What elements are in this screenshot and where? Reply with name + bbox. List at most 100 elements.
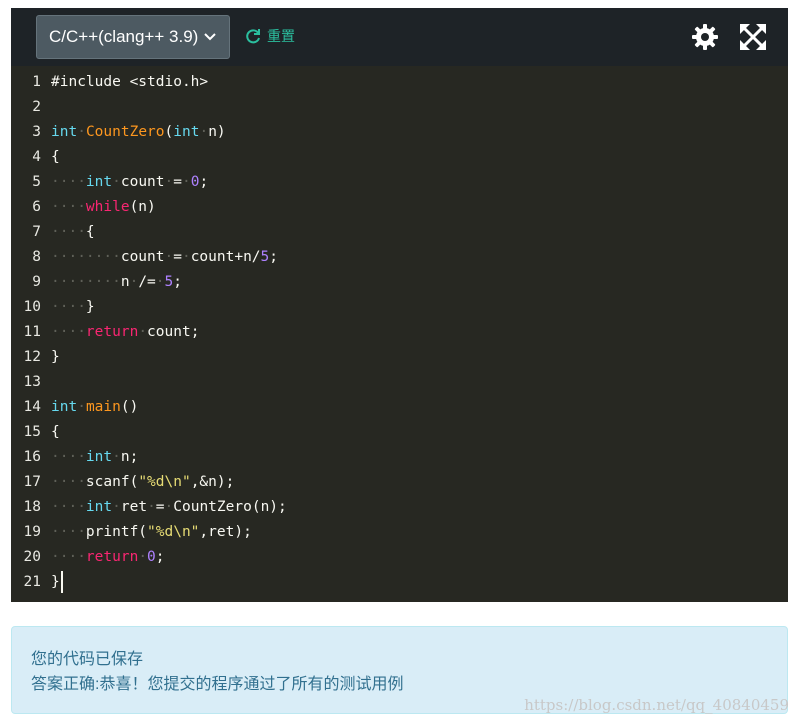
code-token: "%d\n" [138, 474, 191, 490]
code-line[interactable]: 1 #include <stdio.h> [11, 70, 788, 95]
code-token: = [155, 499, 165, 515]
code-line[interactable]: 13 [11, 370, 788, 395]
line-content: ····printf("%d\n",ret); [51, 520, 252, 545]
line-number: 5 [32, 174, 41, 190]
code-token: main [85, 399, 121, 415]
code-token: · [181, 174, 191, 190]
code-token: int [85, 449, 113, 465]
line-content: #include <stdio.h> [51, 70, 208, 95]
line-number: 19 [23, 524, 41, 540]
code-token: · [138, 549, 148, 565]
code-token: return [85, 549, 139, 565]
code-line[interactable]: 17 ····scanf("%d\n",&n); [11, 470, 788, 495]
code-line[interactable]: 5 ····int·count·=·0; [11, 170, 788, 195]
code-token: · [164, 249, 174, 265]
line-number: 13 [23, 374, 41, 390]
code-token: · [77, 124, 86, 140]
code-line[interactable]: 3 int·CountZero(int·n) [11, 120, 788, 145]
language-select-value: C/C++(clang++ 3.9) [49, 27, 199, 46]
refresh-icon [246, 29, 260, 44]
code-line[interactable]: 4{ [11, 145, 788, 170]
code-token: ,&n); [190, 474, 235, 490]
code-token: /= [138, 274, 156, 290]
code-line[interactable]: 9 ········n·/=·5; [11, 270, 788, 295]
code-token: () [120, 399, 139, 415]
code-token: return [85, 324, 139, 340]
code-line[interactable]: 7 ····{ [11, 220, 788, 245]
code-line[interactable]: 21} [11, 570, 788, 595]
line-number: 18 [23, 499, 41, 515]
code-token: ···· [51, 499, 86, 515]
code-token: "%d\n" [147, 524, 200, 540]
code-token: CountZero [85, 124, 165, 140]
code-token: 5 [260, 249, 270, 265]
line-number: 21 [23, 574, 41, 590]
code-token: · [181, 249, 191, 265]
code-line[interactable]: 14 int·main() [11, 395, 788, 420]
line-number: 1 [32, 74, 41, 90]
line-number: 3 [32, 124, 41, 140]
code-line[interactable]: 18 ····int·ret·=·CountZero(n); [11, 495, 788, 520]
code-line[interactable]: 16 ····int·n; [11, 445, 788, 470]
code-token: ···· [51, 199, 86, 215]
code-token: · [112, 174, 121, 190]
code-token: CountZero(n); [173, 499, 287, 515]
code-token: · [155, 274, 165, 290]
code-token: ; [155, 549, 165, 565]
code-line[interactable]: 6 ····while(n) [11, 195, 788, 220]
code-token: · [164, 499, 174, 515]
code-token: int [173, 124, 200, 140]
line-number: 8 [32, 249, 41, 265]
line-content: ····{ [51, 220, 95, 245]
watermark: https://blog.csdn.net/qq_40840459 [524, 696, 789, 714]
line-content: int·CountZero(int·n) [51, 120, 226, 145]
code-area[interactable]: 1 #include <stdio.h> 2 3 int·CountZero(int·n… [11, 70, 788, 595]
reset-button[interactable]: 重置 [244, 23, 295, 49]
code-token: } [51, 574, 60, 590]
code-token: 5 [164, 274, 174, 290]
code-token: int [51, 399, 78, 415]
code-token: = [173, 249, 182, 265]
code-token: n) [208, 124, 226, 140]
code-token: ; [199, 174, 209, 190]
code-token: · [147, 499, 156, 515]
code-token: } [51, 349, 60, 365]
code-token: count [120, 249, 165, 265]
line-content: ····scanf("%d\n",&n); [51, 470, 234, 495]
code-token: int [85, 499, 113, 515]
code-token: · [112, 499, 121, 515]
line-content: ····while(n) [51, 195, 156, 220]
code-token: ···· [51, 224, 86, 240]
editor-toolbar: C/C++(clang++ 3.9) 重置 [11, 8, 788, 66]
code-token: count; [147, 324, 200, 340]
line-content: } [51, 570, 63, 595]
code-token: ,ret); [199, 524, 252, 540]
code-line[interactable]: 20 ····return·0; [11, 545, 788, 570]
line-number: 4 [32, 149, 41, 165]
line-number: 15 [23, 424, 41, 440]
code-token: n; [120, 449, 139, 465]
code-line[interactable]: 10 ····} [11, 295, 788, 320]
code-line[interactable]: 12} [11, 345, 788, 370]
code-token: ···· [51, 449, 86, 465]
chevron-down-icon [204, 33, 216, 41]
line-number: 9 [32, 274, 41, 290]
code-line[interactable]: 19 ····printf("%d\n",ret); [11, 520, 788, 545]
line-content: int·main() [51, 395, 138, 420]
code-token: ( [164, 124, 174, 140]
code-line[interactable]: 15 { [11, 420, 788, 445]
code-token: ···· [51, 524, 86, 540]
gear-icon[interactable] [691, 23, 719, 51]
code-line[interactable]: 11 ····return·count; [11, 320, 788, 345]
code-token: ···· [51, 174, 86, 190]
language-select[interactable]: C/C++(clang++ 3.9) [36, 15, 230, 59]
line-content: ····return·0; [51, 545, 165, 570]
fullscreen-icon[interactable] [739, 23, 767, 51]
code-line[interactable]: 2 [11, 95, 788, 120]
code-token: int [51, 124, 78, 140]
line-content: ····int·n; [51, 445, 138, 470]
code-token: ; [173, 274, 182, 290]
code-token: ret [120, 499, 148, 515]
code-token: { [51, 424, 60, 440]
code-line[interactable]: 8 ········count·=·count+n/5; [11, 245, 788, 270]
